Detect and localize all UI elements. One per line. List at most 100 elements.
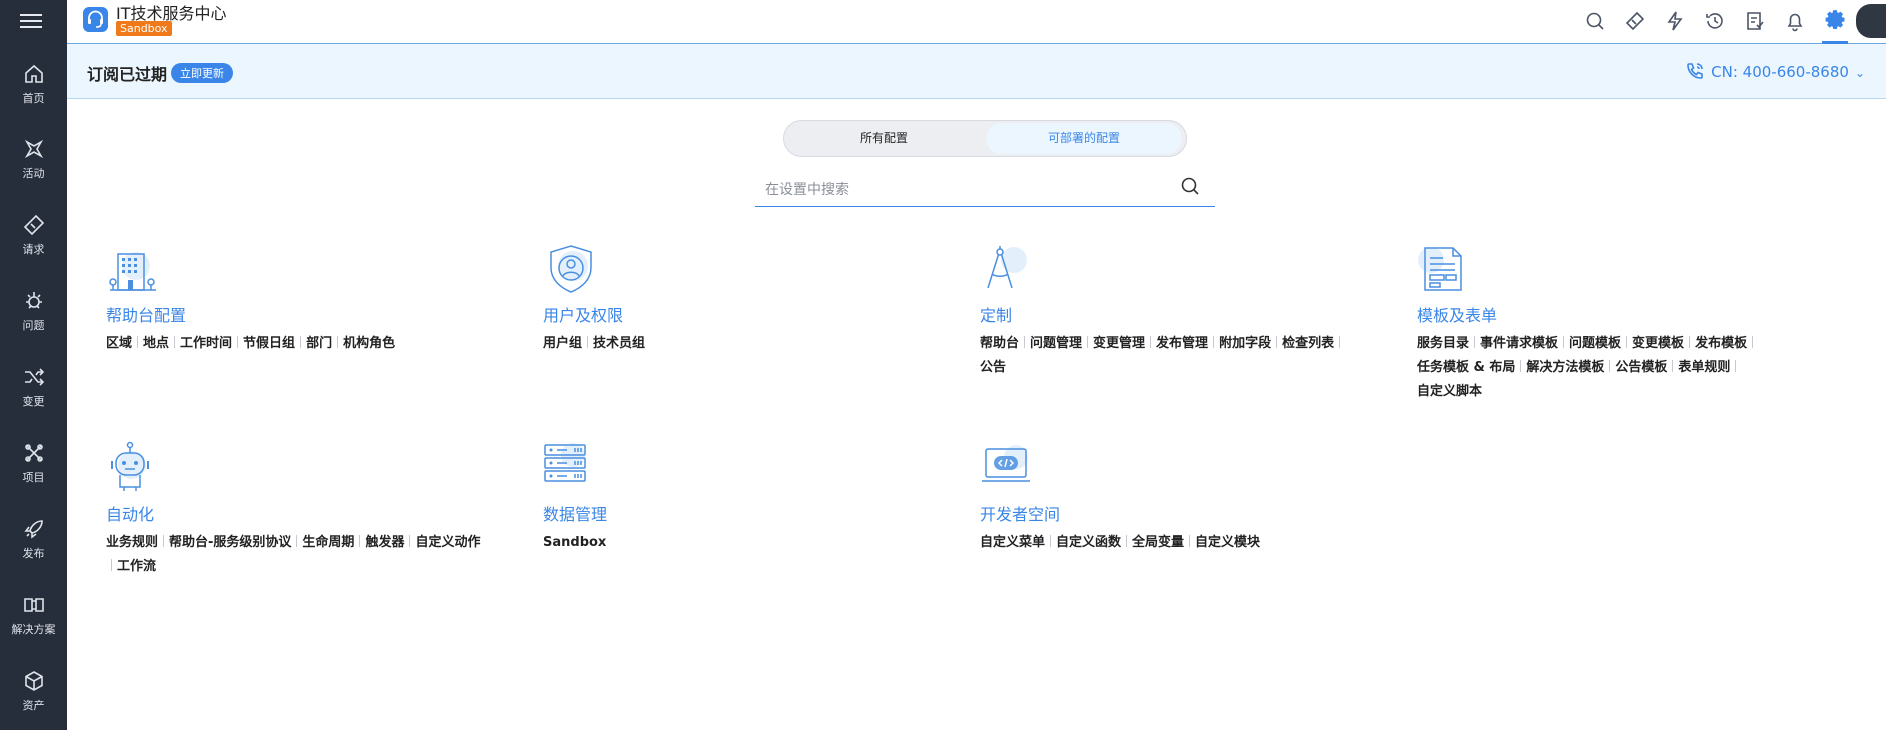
chevron-down-icon: ⌄ (1854, 66, 1865, 80)
link-site[interactable]: 地点 (143, 336, 169, 351)
link-service-catalog[interactable]: 服务目录 (1417, 336, 1469, 351)
sidebar-item-label: 解决方案 (11, 623, 56, 636)
user-shield-icon (543, 242, 599, 298)
sidebar-item-releases[interactable]: 发布 (0, 517, 67, 579)
server-icon (543, 441, 599, 497)
section-links: 用户组 技术员组 (543, 332, 923, 356)
sidebar-item-solutions[interactable]: 解决方案 (0, 593, 67, 655)
sidebar-item-home[interactable]: 首页 (0, 62, 67, 124)
section-title[interactable]: 模板及表单 (1417, 302, 1837, 326)
top-bar: IT技术服务中心 Sandbox (67, 0, 1886, 44)
ticket-icon (22, 213, 46, 237)
link-custom-scripts[interactable]: 自定义脚本 (1417, 384, 1482, 399)
project-icon (22, 441, 46, 465)
config-filter-toggle: 所有配置 可部署的配置 (783, 120, 1187, 157)
book-icon (22, 593, 46, 617)
avatar[interactable] (1856, 4, 1886, 38)
section-title[interactable]: 用户及权限 (543, 302, 963, 326)
sandbox-badge: Sandbox (116, 21, 172, 36)
section-data-management: 数据管理 Sandbox (543, 441, 963, 555)
sidebar-item-label: 首页 (22, 92, 45, 105)
support-phone-number: CN: 400-660-8680 (1711, 63, 1849, 81)
link-custom-modules[interactable]: 自定义模块 (1195, 535, 1260, 550)
section-links: 区域 地点 工作时间 节假日组 部门 机构角色 (106, 332, 486, 356)
link-operational-hours[interactable]: 工作时间 (180, 336, 232, 351)
sidebar-item-problems[interactable]: 问题 (0, 289, 67, 351)
headset-logo-icon (83, 7, 108, 32)
link-triggers[interactable]: 触发器 (365, 535, 404, 550)
settings-gear-icon[interactable] (1822, 8, 1848, 44)
link-change-management[interactable]: 变更管理 (1093, 336, 1145, 351)
rocket-icon (22, 517, 46, 541)
link-departments[interactable]: 部门 (306, 336, 332, 351)
settings-search (755, 175, 1215, 207)
search-input[interactable] (755, 175, 1175, 205)
link-life-cycle[interactable]: 生命周期 (302, 535, 354, 550)
link-task-templates-layout[interactable]: 任务模板 & 布局 (1417, 360, 1515, 375)
sidebar-item-requests[interactable]: 请求 (0, 213, 67, 275)
tab-all-configs[interactable]: 所有配置 (786, 123, 982, 154)
link-org-roles[interactable]: 机构角色 (343, 336, 395, 351)
subscription-expired-text: 订阅已过期 (87, 65, 168, 84)
link-technician-groups[interactable]: 技术员组 (593, 336, 645, 351)
sidebar-item-label: 问题 (22, 319, 45, 332)
renew-now-button[interactable]: 立即更新 (171, 63, 233, 83)
link-release-templates[interactable]: 发布模板 (1695, 336, 1747, 351)
link-release-management[interactable]: 发布管理 (1156, 336, 1208, 351)
home-icon (22, 62, 46, 86)
link-problem-management[interactable]: 问题管理 (1030, 336, 1082, 351)
sidebar-item-label: 发布 (22, 547, 45, 560)
tab-deployable-configs[interactable]: 可部署的配置 (986, 123, 1182, 154)
section-title[interactable]: 定制 (980, 302, 1400, 326)
sidebar-item-label: 变更 (22, 395, 45, 408)
link-global-variables[interactable]: 全局变量 (1132, 535, 1184, 550)
link-helpdesk-sla[interactable]: 帮助台-服务级别协议 (169, 535, 291, 550)
section-links: 服务目录 事件请求模板 问题模板 变更模板 发布模板任务模板 & 布局 解决方法模板 公告模… (1417, 332, 1797, 404)
section-title[interactable]: 开发者空间 (980, 501, 1400, 525)
link-workflows[interactable]: 工作流 (117, 559, 156, 574)
menu-icon[interactable] (20, 10, 42, 30)
link-change-templates[interactable]: 变更模板 (1632, 336, 1684, 351)
link-additional-fields[interactable]: 附加字段 (1219, 336, 1271, 351)
sidebar-item-changes[interactable]: 变更 (0, 365, 67, 427)
link-custom-actions[interactable]: 自定义动作 (415, 535, 480, 550)
robot-icon (106, 441, 162, 497)
link-incident-templates[interactable]: 事件请求模板 (1480, 336, 1558, 351)
link-announcements[interactable]: 公告 (980, 360, 1006, 375)
support-phone-dropdown[interactable]: CN: 400-660-8680 ⌄ (1685, 61, 1865, 81)
cube-icon (22, 669, 46, 693)
link-custom-functions[interactable]: 自定义函数 (1056, 535, 1121, 550)
section-title[interactable]: 自动化 (106, 501, 526, 525)
link-form-rules[interactable]: 表单规则 (1678, 360, 1730, 375)
sidebar-item-label: 活动 (22, 167, 45, 180)
link-business-rules[interactable]: 业务规则 (106, 535, 158, 550)
link-holiday-groups[interactable]: 节假日组 (243, 336, 295, 351)
link-user-groups[interactable]: 用户组 (543, 336, 582, 351)
link-announcement-templates[interactable]: 公告模板 (1615, 360, 1667, 375)
section-title[interactable]: 帮助台配置 (106, 302, 526, 326)
lightning-icon[interactable] (1662, 8, 1688, 34)
section-links: 业务规则 帮助台-服务级别协议 生命周期 触发器 自定义动作工作流 (106, 531, 486, 579)
link-checklists[interactable]: 检查列表 (1282, 336, 1334, 351)
link-custom-menu[interactable]: 自定义菜单 (980, 535, 1045, 550)
link-problem-templates[interactable]: 问题模板 (1569, 336, 1621, 351)
bug-icon (22, 289, 46, 313)
search-icon[interactable] (1179, 175, 1201, 197)
link-sandbox[interactable]: Sandbox (543, 535, 606, 550)
search-icon[interactable] (1582, 8, 1608, 34)
section-title[interactable]: 数据管理 (543, 501, 963, 525)
link-solution-templates[interactable]: 解决方法模板 (1526, 360, 1604, 375)
sidebar-item-assets[interactable]: 资产 (0, 669, 67, 731)
sidebar-item-activity[interactable]: 活动 (0, 137, 67, 199)
section-developer-space: 开发者空间 自定义菜单 自定义函数 全局变量 自定义模块 (980, 441, 1400, 555)
ticket-add-icon[interactable] (1622, 8, 1648, 34)
compass-icon (980, 242, 1036, 298)
sidebar-item-projects[interactable]: 项目 (0, 441, 67, 503)
task-list-icon[interactable] (1742, 8, 1768, 34)
bell-icon[interactable] (1782, 8, 1808, 34)
link-helpdesk[interactable]: 帮助台 (980, 336, 1019, 351)
code-laptop-icon (980, 441, 1036, 497)
history-icon[interactable] (1702, 8, 1728, 34)
link-area[interactable]: 区域 (106, 336, 132, 351)
section-links: 自定义菜单 自定义函数 全局变量 自定义模块 (980, 531, 1360, 555)
